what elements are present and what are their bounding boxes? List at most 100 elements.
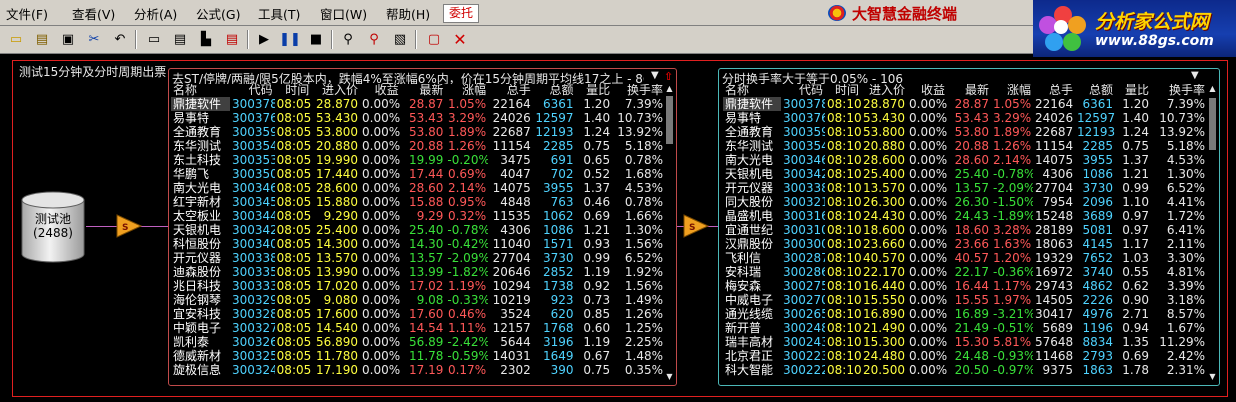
scroll-down-icon[interactable]: ▼ — [1208, 372, 1217, 381]
column-header-volume[interactable]: 总手 — [1033, 84, 1075, 97]
column-header-stock-name[interactable]: 名称 — [723, 84, 781, 97]
scroll-thumb[interactable] — [1209, 98, 1216, 150]
table-row[interactable]: 开元仪器 300338 08:10 13.570 0.00% 13.57 -2.09% 277… — [723, 181, 1207, 195]
column-header-stock-name[interactable]: 名称 — [171, 84, 230, 97]
open-folder-icon[interactable]: ▭ — [6, 30, 26, 49]
table-row[interactable]: 科大智能 300222 08:10 20.500 0.00% 20.50 -0.97% 937… — [723, 363, 1207, 377]
undo-icon[interactable]: ↶ — [110, 30, 130, 49]
table-row[interactable]: 安科瑞 300286 08:10 22.170 0.00% 22.17 -0.36% 1697… — [723, 265, 1207, 279]
layout-single-icon[interactable]: ▭ — [144, 30, 164, 49]
table-row[interactable]: 飞利信 300287 08:10 40.570 0.00% 40.57 1.20% 19329… — [723, 251, 1207, 265]
table-row[interactable]: 东土科技 300353 08:05 19.990 0.00% 19.99 -0.20% 347… — [171, 153, 665, 167]
menu-window[interactable]: 窗口(W) — [320, 4, 367, 22]
chevron-down-icon[interactable]: ▼ — [651, 70, 659, 81]
scroll-up-icon[interactable]: ▲ — [665, 84, 674, 93]
table-row[interactable]: 北京君正 300223 08:10 24.480 0.00% 24.48 -0.93% 114… — [723, 349, 1207, 363]
menu-formula[interactable]: 公式(G) — [196, 4, 240, 22]
column-header-amount[interactable]: 总额 — [1075, 84, 1115, 97]
table-row[interactable]: 兆日科技 300333 08:05 17.020 0.00% 17.02 1.19% 1029… — [171, 279, 665, 293]
table-row[interactable]: 科恒股份 300340 08:05 14.300 0.00% 14.30 -0.42% 110… — [171, 237, 665, 251]
table-row[interactable]: 南大光电 300346 08:05 28.600 0.00% 28.60 2.14% 1407… — [171, 181, 665, 195]
open-file-icon[interactable]: ▤ — [32, 30, 52, 49]
table-row[interactable]: 同大股份 300321 08:10 26.300 0.00% 26.30 -1.50% 795… — [723, 195, 1207, 209]
table-row[interactable]: 鼎捷软件 300378 08:05 28.870 0.00% 28.87 1.05% 2216… — [171, 97, 665, 111]
stop-icon[interactable]: ■ — [306, 30, 326, 49]
table-row[interactable]: 东华测试 300354 08:10 20.880 0.00% 20.88 1.26% 1115… — [723, 139, 1207, 153]
column-header-stock-code[interactable]: 代码 — [230, 84, 275, 97]
column-header-volume-ratio[interactable]: 量比 — [1115, 84, 1151, 97]
table-row[interactable]: 中颖电子 300327 08:05 14.540 0.00% 14.54 1.11% 1215… — [171, 321, 665, 335]
column-header-entry-price[interactable]: 进入价 — [311, 84, 360, 97]
menu-file[interactable]: 文件(F) — [6, 4, 48, 22]
menu-help[interactable]: 帮助(H) — [386, 4, 430, 22]
export-icon[interactable]: ▧ — [390, 30, 410, 49]
layout-tree-icon[interactable]: ▤ — [170, 30, 190, 49]
table-row[interactable]: 宜通世纪 300310 08:10 18.600 0.00% 18.60 3.28% 2818… — [723, 223, 1207, 237]
scroll-thumb[interactable] — [666, 96, 673, 144]
table-row[interactable]: 中威电子 300270 08:10 15.550 0.00% 15.55 1.97% 1450… — [723, 293, 1207, 307]
table-row[interactable]: 天银机电 300342 08:05 25.400 0.00% 25.40 -0.78% 430… — [171, 223, 665, 237]
filter-funnel-icon[interactable]: S — [116, 213, 142, 239]
column-header-turnover-rate[interactable]: 换手率 — [612, 84, 665, 97]
table-row[interactable]: 易事特 300376 08:05 53.430 0.00% 53.43 3.29% 24026… — [171, 111, 665, 125]
table-row[interactable]: 全通教育 300359 08:10 53.800 0.00% 53.80 1.89% 2268… — [723, 125, 1207, 139]
right-scrollbar[interactable]: ▲ ▼ — [1208, 84, 1217, 384]
table-row[interactable]: 梅安森 300275 08:10 16.440 0.00% 16.44 1.17% 29743… — [723, 279, 1207, 293]
column-header-entry-time[interactable]: 时间 — [825, 84, 861, 97]
pause-icon[interactable]: ❚❚ — [279, 30, 301, 49]
table-row[interactable]: 新开普 300248 08:10 21.490 0.00% 21.49 -0.51% 5689… — [723, 321, 1207, 335]
column-header-volume-ratio[interactable]: 量比 — [576, 84, 613, 97]
table-row[interactable]: 红宇新材 300345 08:05 15.880 0.00% 15.88 0.95% 4848… — [171, 195, 665, 209]
table-row[interactable]: 凯利泰 300326 08:05 56.890 0.00% 56.89 -2.42% 5644… — [171, 335, 665, 349]
table-row[interactable]: 海伦钢琴 300329 08:05 9.080 0.00% 9.08 -0.33% 10219… — [171, 293, 665, 307]
play-icon[interactable]: ▶ — [254, 30, 274, 49]
menu-entrust[interactable]: 委托 — [443, 4, 479, 23]
table-row[interactable]: 东华测试 300354 08:05 20.880 0.00% 20.88 1.26% 1115… — [171, 139, 665, 153]
chevron-down-icon[interactable]: ▼ — [1191, 70, 1199, 81]
table-row[interactable]: 迪森股份 300335 08:05 13.990 0.00% 13.99 -1.82% 206… — [171, 265, 665, 279]
table-row[interactable]: 通光线缆 300265 08:10 16.890 0.00% 16.89 -3.21% 304… — [723, 307, 1207, 321]
column-header-return[interactable]: 收益 — [907, 84, 947, 97]
find-red-icon[interactable]: ⚲ — [364, 30, 384, 49]
table-row[interactable]: 晶盛机电 300316 08:10 24.430 0.00% 24.43 -1.89% 152… — [723, 209, 1207, 223]
window-open-icon[interactable]: ▢ — [424, 30, 444, 49]
column-header-change-pct[interactable]: 涨幅 — [991, 84, 1033, 97]
table-row[interactable]: 天银机电 300342 08:10 25.400 0.00% 25.40 -0.78% 430… — [723, 167, 1207, 181]
left-scrollbar[interactable]: ▲ ▼ — [665, 84, 674, 384]
table-row[interactable]: 太空板业 300344 08:05 9.290 0.00% 9.29 0.32% 11535 1… — [171, 209, 665, 223]
table-row[interactable]: 华鹏飞 300350 08:05 17.440 0.00% 17.44 0.69% 4047 7… — [171, 167, 665, 181]
column-header-last-price[interactable]: 最新 — [401, 84, 446, 97]
column-header-entry-time[interactable]: 时间 — [275, 84, 312, 97]
column-header-stock-code[interactable]: 代码 — [781, 84, 825, 97]
stock-pool-node[interactable]: 测试池 (2488) — [20, 190, 86, 264]
filter-funnel-icon[interactable]: S — [683, 213, 709, 239]
column-header-return[interactable]: 收益 — [360, 84, 401, 97]
arrow-up-icon[interactable]: ⇧ — [664, 70, 673, 83]
right-result-panel[interactable]: 分时换手率大于等于0.05% - 106 ▼ 名称 代码 时间 进入价 收益 最新 涨幅 总手… — [718, 68, 1220, 386]
left-result-panel[interactable]: 去ST/停牌/两融/限5亿股本内，跌幅4%至涨幅6%内，价在15分钟周期平均线1… — [168, 68, 677, 386]
table-row[interactable]: 宜安科技 300328 08:05 17.600 0.00% 17.60 0.46% 3524… — [171, 307, 665, 321]
column-header-last-price[interactable]: 最新 — [947, 84, 991, 97]
table-row[interactable]: 鼎捷软件 300378 08:10 28.870 0.00% 28.87 1.05% 2216… — [723, 97, 1207, 111]
menu-analysis[interactable]: 分析(A) — [134, 4, 177, 22]
cut-icon[interactable]: ✂ — [84, 30, 104, 49]
column-header-entry-price[interactable]: 进入价 — [861, 84, 907, 97]
column-header-amount[interactable]: 总额 — [533, 84, 576, 97]
table-row[interactable]: 德威新材 300325 08:05 11.780 0.00% 11.78 -0.59% 140… — [171, 349, 665, 363]
table-row[interactable]: 易事特 300376 08:10 53.430 0.00% 53.43 3.29% 24026… — [723, 111, 1207, 125]
table-row[interactable]: 全通教育 300359 08:05 53.800 0.00% 53.80 1.89% 2268… — [171, 125, 665, 139]
menu-tools[interactable]: 工具(T) — [258, 4, 300, 22]
table-row[interactable]: 开元仪器 300338 08:05 13.570 0.00% 13.57 -2.09% 277… — [171, 251, 665, 265]
table-row[interactable]: 瑞丰高材 300243 08:10 15.300 0.00% 15.30 5.81% 5764… — [723, 335, 1207, 349]
scroll-down-icon[interactable]: ▼ — [665, 372, 674, 381]
column-header-turnover-rate[interactable]: 换手率 — [1151, 84, 1207, 97]
column-header-volume[interactable]: 总手 — [488, 84, 533, 97]
table-row[interactable]: 南大光电 300346 08:10 28.600 0.00% 28.60 2.14% 1407… — [723, 153, 1207, 167]
table-row[interactable]: 汉鼎股份 300300 08:10 23.660 0.00% 23.66 1.63% 1806… — [723, 237, 1207, 251]
scroll-up-icon[interactable]: ▲ — [1208, 84, 1217, 93]
menu-view[interactable]: 查看(V) — [72, 4, 115, 22]
close-icon[interactable]: ✕ — [450, 30, 470, 49]
save-icon[interactable]: ▣ — [58, 30, 78, 49]
table-row[interactable]: 旋极信息 300324 08:05 17.190 0.00% 17.19 0.17% 2302… — [171, 363, 665, 377]
column-header-change-pct[interactable]: 涨幅 — [445, 84, 488, 97]
